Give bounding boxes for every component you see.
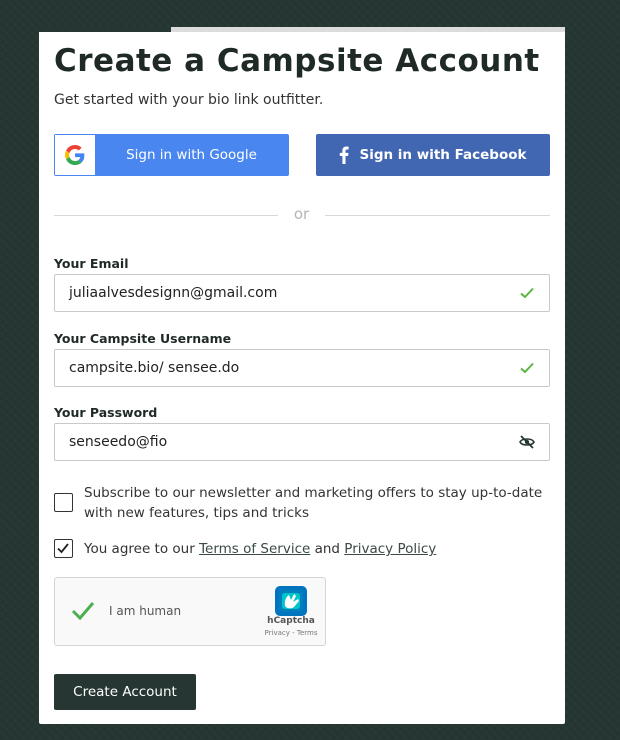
email-label: Your Email (54, 256, 129, 271)
google-signin-button[interactable]: Sign in with Google (54, 134, 289, 176)
facebook-signin-button[interactable]: Sign in with Facebook (316, 134, 550, 176)
eye-slash-icon[interactable] (519, 435, 535, 449)
google-signin-label: Sign in with Google (126, 147, 257, 163)
newsletter-text-line2: with new features, tips and tricks (84, 505, 309, 521)
hcaptcha-widget[interactable]: I am human hCaptcha Privacy - Terms (54, 577, 326, 646)
divider-line-left (54, 215, 278, 216)
terms-and: and (310, 541, 345, 557)
newsletter-text-line1: Subscribe to our newsletter and marketin… (84, 485, 543, 501)
progress-bar (39, 27, 565, 32)
create-account-button[interactable]: Create Account (54, 674, 196, 710)
terms-checkbox[interactable] (54, 539, 73, 558)
checkmark-icon (57, 543, 69, 554)
username-label: Your Campsite Username (54, 331, 232, 346)
captcha-check-icon[interactable] (71, 601, 95, 621)
progress-bar-fill (39, 27, 171, 32)
captcha-label: I am human (109, 604, 182, 618)
page-subtitle: Get started with your bio link outfitter… (54, 92, 324, 108)
or-divider: or (54, 205, 550, 227)
google-icon (55, 135, 95, 175)
terms-of-service-link[interactable]: Terms of Service (199, 541, 310, 557)
terms-text: You agree to our Terms of Service and Pr… (84, 539, 436, 559)
password-field[interactable]: senseedo@fio (54, 423, 550, 461)
signup-card: Create a Campsite Account Get started wi… (39, 27, 565, 724)
captcha-privacy-terms[interactable]: Privacy - Terms (255, 629, 327, 637)
password-value: senseedo@fio (69, 434, 168, 450)
newsletter-checkbox[interactable] (54, 493, 73, 512)
email-field[interactable]: juliaalvesdesignn@gmail.com (54, 274, 550, 312)
check-icon (520, 287, 534, 299)
terms-prefix: You agree to our (84, 541, 200, 557)
email-value: juliaalvesdesignn@gmail.com (69, 285, 278, 301)
facebook-icon (340, 146, 350, 164)
hcaptcha-logo-icon (275, 586, 307, 616)
captcha-brand: hCaptcha (267, 616, 315, 626)
newsletter-text: Subscribe to our newsletter and marketin… (84, 483, 542, 523)
facebook-signin-label: Sign in with Facebook (359, 147, 527, 163)
username-value: campsite.bio/ sensee.do (69, 360, 240, 376)
divider-line-right (325, 215, 550, 216)
check-icon (520, 362, 534, 374)
privacy-policy-link[interactable]: Privacy Policy (344, 541, 436, 557)
divider-text: or (293, 205, 310, 223)
username-field[interactable]: campsite.bio/ sensee.do (54, 349, 550, 387)
page-title: Create a Campsite Account (54, 43, 540, 79)
password-label: Your Password (54, 405, 158, 420)
